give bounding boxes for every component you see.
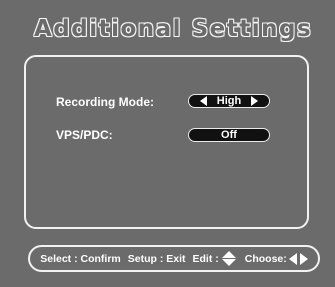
recording-mode-value: High — [216, 95, 242, 107]
vps-pdc-value: Off — [221, 129, 237, 141]
right-triangle-icon — [299, 252, 308, 265]
settings-panel — [24, 55, 309, 229]
choose-hint: Choose: — [244, 252, 287, 265]
recording-mode-selector[interactable]: High — [188, 94, 270, 108]
screen-title: Additional Settings — [34, 16, 313, 42]
left-right-arrows-icon — [288, 252, 308, 265]
vps-pdc-selector[interactable]: Off — [188, 128, 270, 142]
select-confirm-hint: Select : Confirm — [40, 252, 121, 265]
vps-pdc-label: VPS/PDC: — [56, 128, 113, 142]
left-triangle-icon[interactable] — [199, 96, 207, 106]
recording-mode-label: Recording Mode: — [56, 95, 154, 109]
right-triangle-icon[interactable] — [251, 96, 259, 106]
edit-hint: Edit : — [192, 252, 219, 265]
help-footer: Select : Confirm Setup : Exit Edit : Cho… — [28, 245, 320, 272]
left-triangle-icon — [288, 252, 297, 265]
up-down-arrows-icon — [221, 251, 236, 266]
up-arrow-icon — [221, 251, 236, 258]
setup-exit-hint: Setup : Exit — [127, 252, 186, 265]
additional-settings-screen: Additional Settings Recording Mode: High… — [0, 0, 335, 287]
down-arrow-icon — [221, 259, 236, 266]
